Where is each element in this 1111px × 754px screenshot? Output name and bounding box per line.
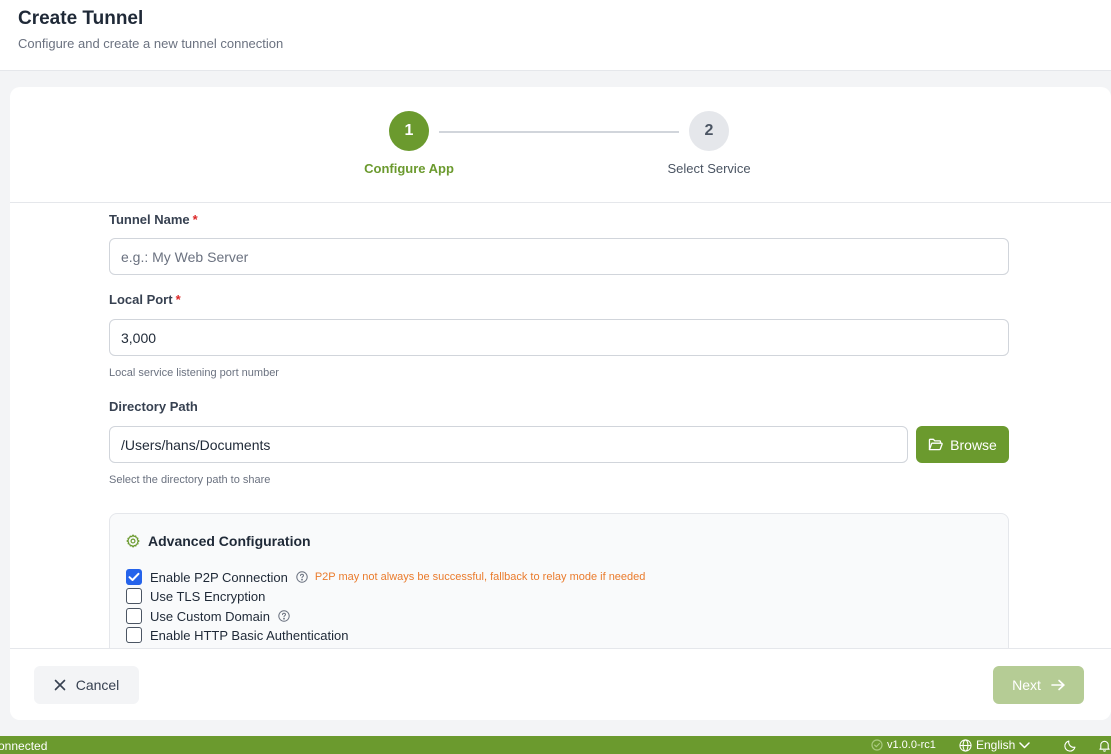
browse-button-label: Browse (950, 436, 997, 453)
directory-path-label: Directory Path (109, 399, 198, 414)
advanced-configuration-panel: Advanced Configuration Enable P2P Connec… (109, 513, 1009, 648)
directory-path-input[interactable] (109, 426, 908, 463)
basic-auth-label[interactable]: Enable HTTP Basic Authentication (150, 628, 349, 643)
language-label[interactable]: English (976, 738, 1015, 752)
globe-icon (959, 738, 972, 752)
stepper: 1 2 Configure App Select Service (10, 87, 1111, 203)
directory-path-label-text: Directory Path (109, 399, 198, 414)
chevron-down-icon (1019, 741, 1031, 748)
version-text: v1.0.0-rc1 (887, 739, 936, 751)
arrow-right-icon (1051, 679, 1065, 691)
next-button[interactable]: Next (993, 666, 1084, 704)
step-1-label: Configure App (364, 161, 454, 176)
gear-icon (126, 534, 140, 548)
advanced-configuration-title: Advanced Configuration (148, 533, 311, 549)
p2p-checkbox[interactable] (126, 569, 142, 585)
p2p-label[interactable]: Enable P2P Connection (150, 570, 288, 585)
local-port-help: Local service listening port number (109, 367, 279, 379)
folder-open-icon (928, 438, 943, 451)
language-selector[interactable]: English (959, 738, 1031, 752)
local-port-label: Local Port * (109, 292, 181, 307)
form-area[interactable]: Tunnel Name* Local Port* Local service l… (10, 204, 1111, 648)
check-icon (128, 572, 140, 581)
option-basic-auth[interactable]: Enable HTTP Basic Authentication (126, 626, 349, 644)
local-port-input[interactable] (109, 319, 1009, 356)
page-title: Create Tunnel (18, 8, 144, 29)
tunnel-name-input[interactable] (109, 238, 1009, 275)
tls-checkbox[interactable] (126, 588, 142, 604)
step-1-indicator: 1 (389, 111, 429, 151)
tunnel-name-label-text: Tunnel Name (109, 212, 190, 227)
browse-button[interactable]: Browse (916, 426, 1009, 463)
option-tls[interactable]: Use TLS Encryption (126, 587, 265, 605)
question-circle-icon[interactable] (278, 610, 290, 622)
create-tunnel-card: 1 2 Configure App Select Service Tunnel … (10, 87, 1111, 720)
connection-status: onnected (0, 739, 48, 753)
question-circle-icon[interactable] (296, 571, 308, 583)
basic-auth-checkbox[interactable] (126, 627, 142, 643)
version-indicator: v1.0.0-rc1 (871, 739, 936, 751)
card-footer: Cancel Next (10, 648, 1111, 720)
moon-icon[interactable] (1064, 739, 1077, 752)
step-connector (439, 131, 679, 133)
check-circle-icon (871, 739, 883, 751)
local-port-label-text: Local Port (109, 292, 173, 307)
cancel-button[interactable]: Cancel (34, 666, 139, 704)
required-marker: * (175, 292, 181, 307)
next-button-label: Next (1012, 677, 1041, 693)
step-2-label: Select Service (667, 161, 751, 176)
option-custom-domain[interactable]: Use Custom Domain (126, 607, 290, 625)
page-header: Create Tunnel Configure and create a new… (0, 0, 1111, 71)
tls-label[interactable]: Use TLS Encryption (150, 589, 265, 604)
required-marker: * (192, 212, 198, 227)
custom-domain-checkbox[interactable] (126, 608, 142, 624)
cancel-button-label: Cancel (75, 677, 120, 693)
page-subtitle: Configure and create a new tunnel connec… (18, 36, 284, 51)
p2p-warning: P2P may not always be successful, fallba… (314, 571, 646, 583)
step-2-indicator: 2 (689, 111, 729, 151)
bell-icon[interactable] (1098, 739, 1111, 752)
custom-domain-label[interactable]: Use Custom Domain (150, 609, 270, 624)
option-p2p[interactable]: Enable P2P Connection P2P may not always… (126, 568, 645, 586)
tunnel-name-label: Tunnel Name * (109, 212, 198, 227)
status-bar: onnected v1.0.0-rc1 English (0, 736, 1111, 754)
directory-path-help: Select the directory path to share (109, 474, 271, 486)
close-icon (54, 679, 66, 691)
